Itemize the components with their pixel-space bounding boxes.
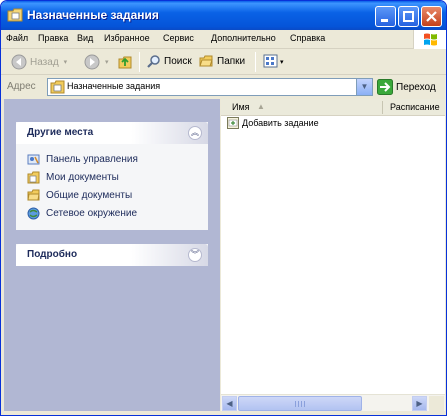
forward-button[interactable]: ▾	[84, 54, 109, 70]
column-separator[interactable]	[382, 101, 383, 114]
other-places-panel: Другие места ︽ Панель управления Мои док…	[16, 122, 208, 230]
task-pane: Другие места ︽ Панель управления Мои док…	[4, 99, 220, 411]
maximize-button[interactable]	[398, 6, 419, 27]
details-panel: Подробно ︾	[16, 244, 208, 266]
address-dropdown-button[interactable]: ▼	[356, 79, 372, 95]
folders-icon	[199, 55, 213, 67]
shared-documents-icon	[27, 189, 40, 200]
link-label: Общие документы	[46, 189, 133, 201]
forward-arrow-icon	[84, 54, 100, 70]
menu-advanced[interactable]: Дополнительно	[211, 33, 276, 43]
go-arrow-icon	[377, 79, 393, 95]
menu-tools[interactable]: Сервис	[163, 33, 194, 43]
my-documents-icon	[27, 171, 40, 183]
toolbar-separator	[255, 52, 256, 72]
details-title: Подробно	[27, 249, 78, 260]
other-places-list: Панель управления Мои документы Общие до…	[16, 144, 208, 230]
address-field[interactable]: Назначенные задания ▼	[47, 78, 373, 96]
chevron-right-icon: ▶	[416, 399, 423, 408]
views-icon	[263, 54, 278, 68]
menu-help[interactable]: Справка	[290, 33, 325, 43]
list-item[interactable]: Добавить задание	[227, 117, 319, 129]
search-icon	[147, 55, 160, 68]
standard-toolbar: Назад ▾ ▾ Поиск Папки ▾	[1, 49, 446, 75]
scroll-thumb[interactable]	[238, 396, 362, 411]
explorer-window: Назначенные задания Файл Правка Вид Избр…	[0, 0, 447, 416]
horizontal-scrollbar[interactable]: ◀ ▶	[221, 394, 445, 411]
list-item-label: Добавить задание	[242, 118, 319, 128]
column-header-name[interactable]: Имя	[232, 102, 250, 112]
chevron-down-icon: ▼	[360, 82, 369, 91]
forward-dropdown-icon[interactable]: ▾	[105, 58, 109, 66]
other-places-title: Другие места	[27, 127, 94, 138]
views-dropdown-icon: ▾	[280, 58, 284, 66]
folders-label: Папки	[217, 56, 246, 67]
menu-bar: Файл Правка Вид Избранное Сервис Дополни…	[1, 30, 446, 49]
go-label: Переход	[396, 81, 436, 93]
details-header[interactable]: Подробно ︾	[16, 244, 208, 266]
chevron-left-icon: ◀	[226, 399, 233, 408]
minimize-button[interactable]	[375, 6, 396, 27]
link-label: Панель управления	[46, 153, 138, 165]
toolbar-separator	[139, 52, 140, 72]
control-panel-icon	[27, 154, 40, 164]
network-places-icon	[27, 207, 40, 219]
scheduled-tasks-folder-icon	[50, 80, 65, 94]
back-dropdown-icon[interactable]: ▾	[64, 58, 68, 66]
link-shared-documents[interactable]: Общие документы	[27, 186, 208, 204]
search-label: Поиск	[164, 56, 192, 67]
scheduled-tasks-folder-icon	[7, 8, 23, 22]
views-button[interactable]: ▾	[263, 54, 284, 69]
other-places-header[interactable]: Другие места ︽	[16, 122, 208, 144]
windows-flag-icon	[424, 33, 437, 46]
scroll-grip-icon	[295, 401, 305, 407]
back-arrow-icon	[11, 54, 27, 70]
address-value: Назначенные задания	[67, 81, 161, 91]
link-control-panel[interactable]: Панель управления	[27, 150, 208, 168]
title-bar[interactable]: Назначенные задания	[1, 1, 446, 30]
back-button[interactable]: Назад ▾	[11, 54, 67, 70]
window-title: Назначенные задания	[27, 8, 159, 22]
back-label: Назад	[30, 56, 59, 68]
menu-view[interactable]: Вид	[77, 33, 93, 43]
link-label: Сетевое окружение	[46, 207, 138, 219]
folder-up-icon	[118, 56, 132, 69]
expand-chevron-down-icon[interactable]: ︾	[188, 248, 202, 262]
link-label: Мои документы	[46, 171, 119, 183]
address-bar: Адрес Назначенные задания ▼ Переход	[1, 76, 446, 98]
menu-favorites[interactable]: Избранное	[104, 33, 150, 43]
add-task-icon	[227, 117, 239, 129]
go-button[interactable]: Переход	[377, 79, 436, 95]
resize-grip[interactable]	[429, 396, 444, 411]
column-headers: Имя ▲ Расписание	[221, 99, 445, 116]
maximize-icon	[403, 11, 414, 22]
up-button[interactable]	[117, 54, 133, 70]
file-list-pane: Имя ▲ Расписание Добавить задание ◀ ▶	[221, 99, 445, 411]
close-icon	[426, 11, 437, 22]
windows-logo	[413, 30, 446, 49]
link-network-places[interactable]: Сетевое окружение	[27, 204, 208, 222]
folders-button[interactable]: Папки	[199, 54, 245, 69]
sort-ascending-icon: ▲	[257, 102, 265, 111]
search-button[interactable]: Поиск	[146, 54, 192, 69]
close-button[interactable]	[421, 6, 442, 27]
address-label: Адрес	[7, 81, 36, 92]
column-header-schedule[interactable]: Расписание	[390, 102, 440, 112]
scroll-left-button[interactable]: ◀	[222, 396, 237, 411]
menu-file[interactable]: Файл	[6, 33, 28, 43]
collapse-chevron-up-icon[interactable]: ︽	[188, 126, 202, 140]
link-my-documents[interactable]: Мои документы	[27, 168, 208, 186]
minimize-icon	[381, 19, 388, 22]
menu-edit[interactable]: Правка	[38, 33, 68, 43]
scroll-right-button[interactable]: ▶	[412, 396, 427, 411]
